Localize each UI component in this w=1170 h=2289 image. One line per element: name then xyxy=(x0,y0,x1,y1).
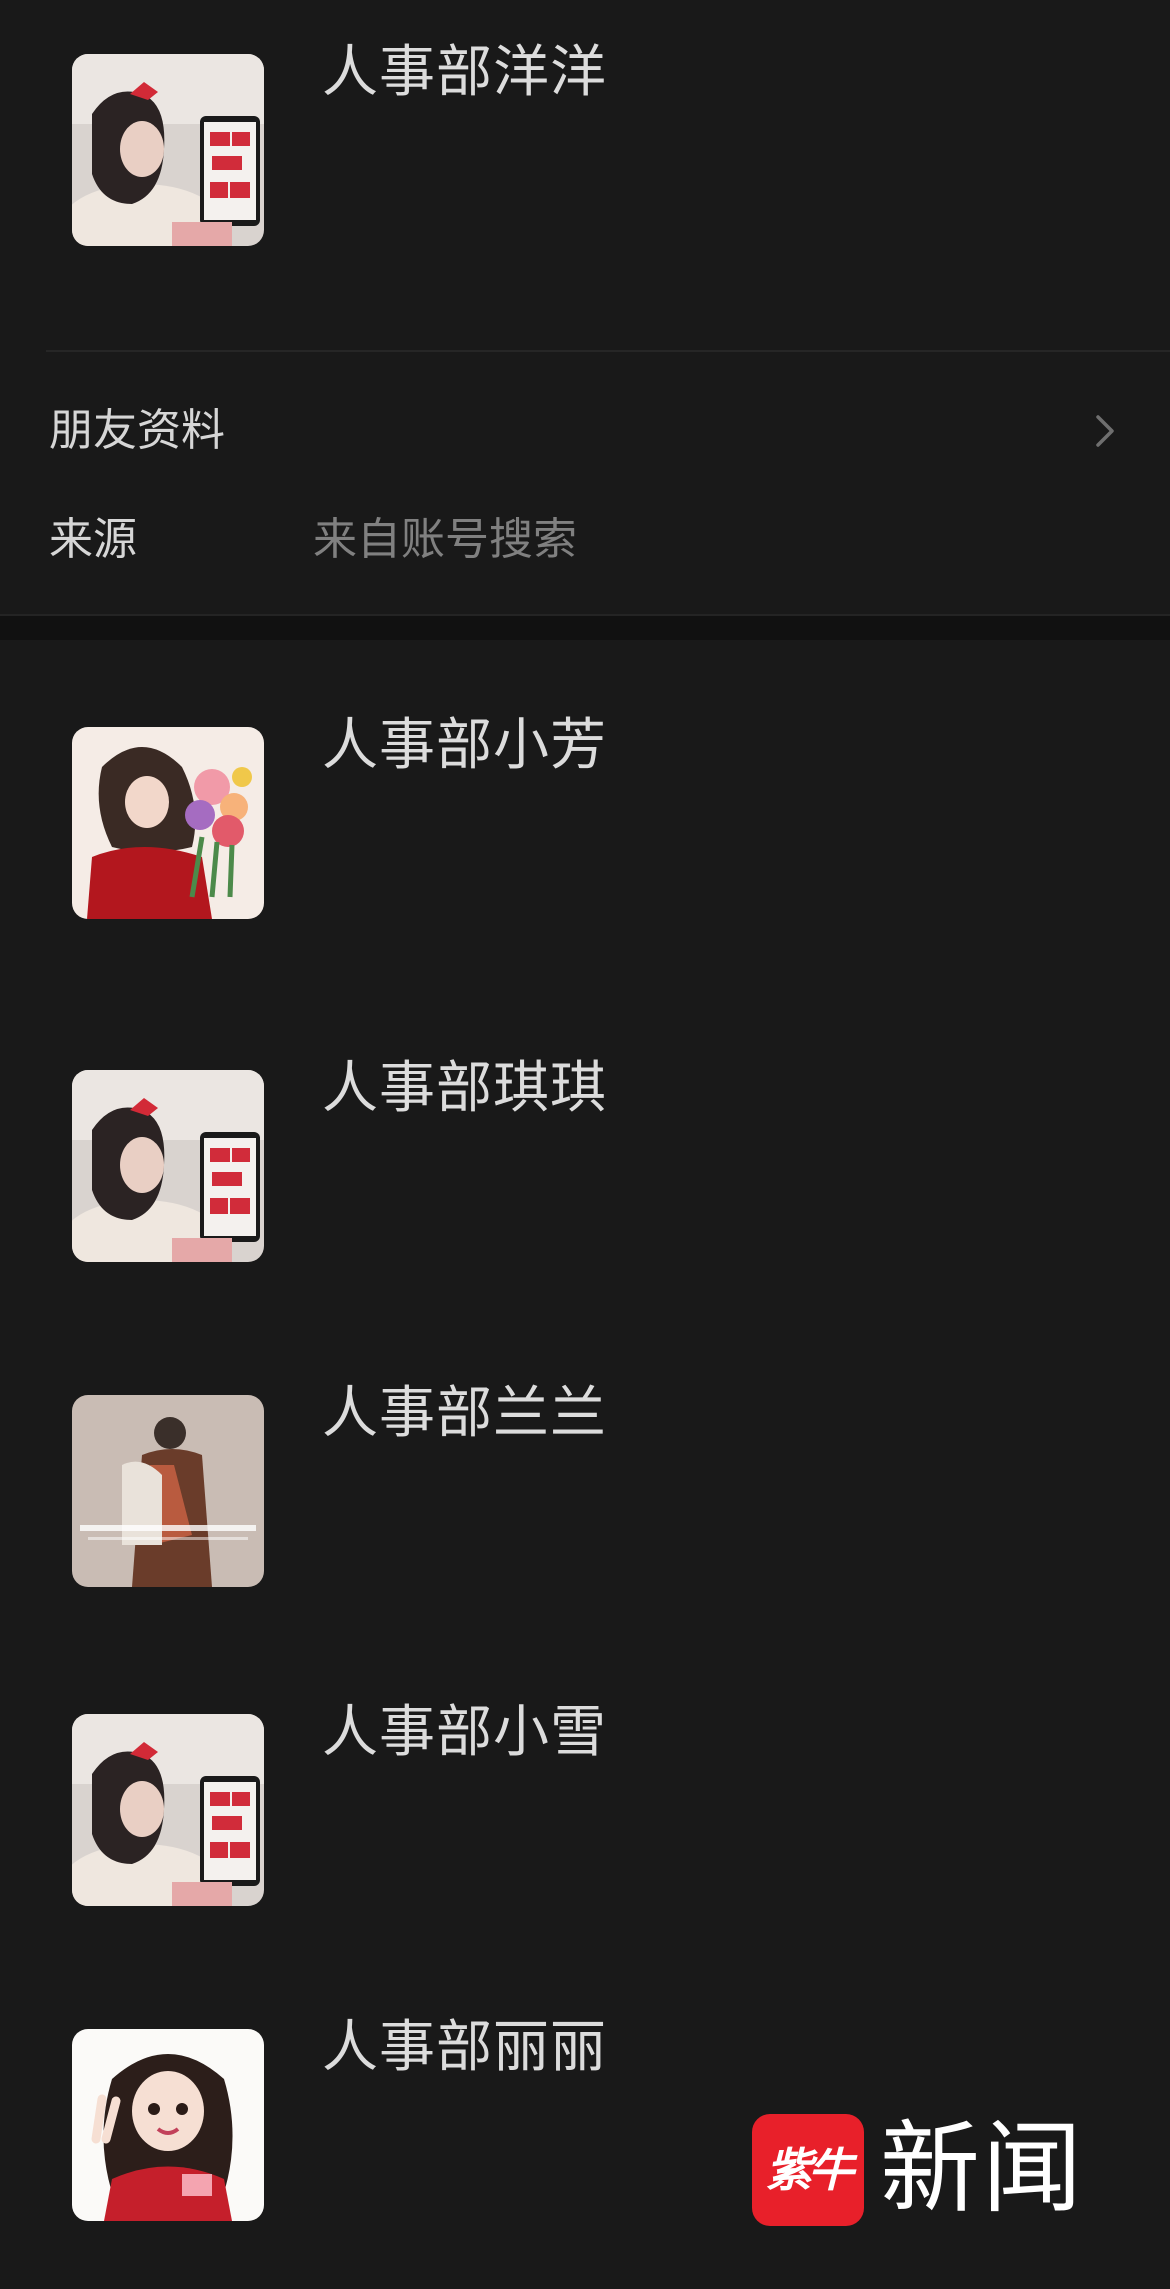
section-divider xyxy=(0,614,1170,640)
avatar[interactable] xyxy=(72,727,264,919)
profile-avatar[interactable] xyxy=(72,54,264,246)
profile-name: 人事部洋洋 xyxy=(322,40,607,105)
watermark-logo-text: 紫牛 xyxy=(766,2143,854,2197)
profile-header: 人事部洋洋 xyxy=(0,0,1170,352)
watermark-logo: 紫牛 xyxy=(752,2114,864,2226)
list-item[interactable]: 人事部琪琪 xyxy=(0,1056,1170,1330)
avatar-girl-tablet-image xyxy=(72,1070,264,1262)
friend-info-label: 朋友资料 xyxy=(49,405,225,456)
source-value: 来自账号搜索 xyxy=(313,514,577,565)
avatar-cartoon-girl-image xyxy=(72,2029,264,2221)
avatar-girl-tablet-image xyxy=(72,1714,264,1906)
source-row: 来源 来自账号搜索 xyxy=(0,495,1170,585)
list-item[interactable]: 人事部兰兰 xyxy=(0,1381,1170,1655)
avatar-couple-image xyxy=(72,1395,264,1587)
chevron-right-icon xyxy=(1088,414,1122,448)
source-label: 来源 xyxy=(49,514,137,565)
contact-name: 人事部琪琪 xyxy=(322,1056,607,1121)
divider xyxy=(46,350,1170,352)
avatar[interactable] xyxy=(72,1714,264,1906)
list-item[interactable]: 人事部小芳 xyxy=(0,713,1170,987)
avatar[interactable] xyxy=(72,1070,264,1262)
list-item[interactable]: 人事部小雪 xyxy=(0,1700,1170,1974)
contact-name: 人事部兰兰 xyxy=(322,1381,607,1446)
friend-info-row[interactable]: 朋友资料 xyxy=(0,386,1170,476)
avatar-girl-tablet-image xyxy=(72,54,264,246)
watermark-text: 新闻 xyxy=(880,2110,1084,2227)
avatar[interactable] xyxy=(72,2029,264,2221)
avatar[interactable] xyxy=(72,1395,264,1587)
avatar-girl-flowers-image xyxy=(72,727,264,919)
contact-name: 人事部小芳 xyxy=(322,713,607,778)
news-watermark: 紫牛 新闻 xyxy=(752,2112,1092,2226)
contact-name: 人事部小雪 xyxy=(322,1700,607,1765)
contact-name: 人事部丽丽 xyxy=(322,2015,607,2080)
